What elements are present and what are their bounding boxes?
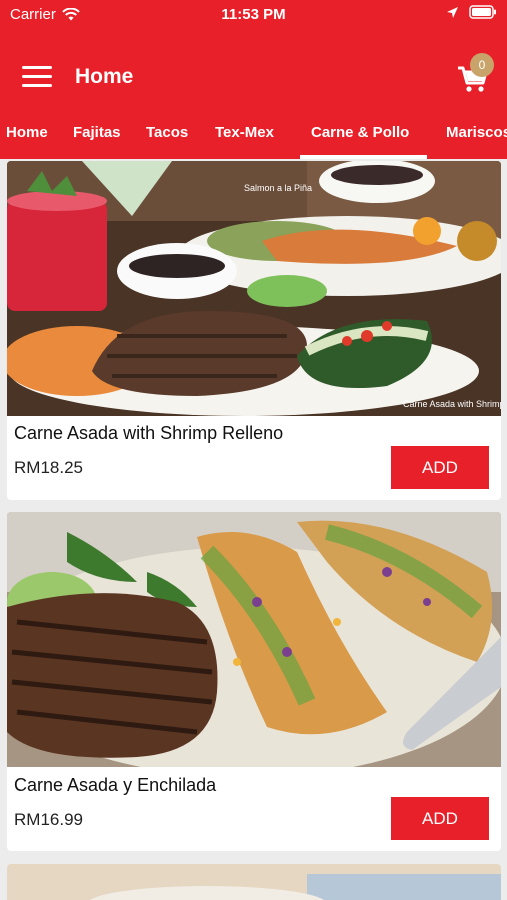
food-photo bbox=[7, 864, 501, 900]
location-arrow-icon bbox=[447, 6, 458, 18]
item-name: Carne Asada y Enchilada bbox=[14, 775, 217, 795]
nav-bar: Home bbox=[0, 56, 507, 98]
selected-tab-indicator bbox=[300, 155, 427, 159]
battery-icon bbox=[469, 5, 496, 19]
category-tabs: Home Fajitas Tacos Tex-Mex Carne & Pollo… bbox=[0, 116, 507, 159]
menu-item-card[interactable]: Carne Asada y Enchilada RM16.99 ADD bbox=[7, 512, 501, 851]
tab-home[interactable]: Home bbox=[6, 124, 48, 141]
status-right bbox=[446, 5, 497, 19]
tab-tex-mex[interactable]: Tex-Mex bbox=[215, 124, 274, 141]
hamburger-menu-icon[interactable] bbox=[22, 66, 52, 88]
item-price: RM18.25 bbox=[14, 458, 83, 477]
item-price: RM16.99 bbox=[14, 810, 83, 829]
food-photo bbox=[7, 512, 501, 767]
photo-caption-salmon: Salmon a la Piña bbox=[244, 183, 312, 193]
cart-count-badge: 0 bbox=[470, 53, 494, 77]
menu-item-card[interactable] bbox=[7, 864, 501, 900]
tab-fajitas[interactable]: Fajitas bbox=[73, 124, 121, 141]
status-bar: Carrier 11:53 PM bbox=[0, 0, 507, 28]
item-name: Carne Asada with Shrimp Relleno bbox=[14, 423, 284, 443]
photo-caption-carne-asada: Carne Asada with Shrimp bbox=[403, 399, 501, 409]
tab-carne-pollo[interactable]: Carne & Pollo bbox=[311, 124, 409, 141]
tab-mariscos[interactable]: Mariscos bbox=[446, 124, 507, 141]
tab-tacos[interactable]: Tacos bbox=[146, 124, 188, 141]
add-to-cart-button[interactable]: ADD bbox=[391, 797, 489, 840]
food-photo: Salmon a la Piña Carne Asada with Shrimp bbox=[7, 161, 501, 416]
menu-item-card[interactable]: Salmon a la Piña Carne Asada with Shrimp… bbox=[7, 161, 501, 500]
add-to-cart-button[interactable]: ADD bbox=[391, 446, 489, 489]
app-header: Carrier 11:53 PM Home 0 Home Fajitas Tac… bbox=[0, 0, 507, 159]
page-title: Home bbox=[75, 65, 134, 88]
status-time: 11:53 PM bbox=[221, 6, 286, 23]
